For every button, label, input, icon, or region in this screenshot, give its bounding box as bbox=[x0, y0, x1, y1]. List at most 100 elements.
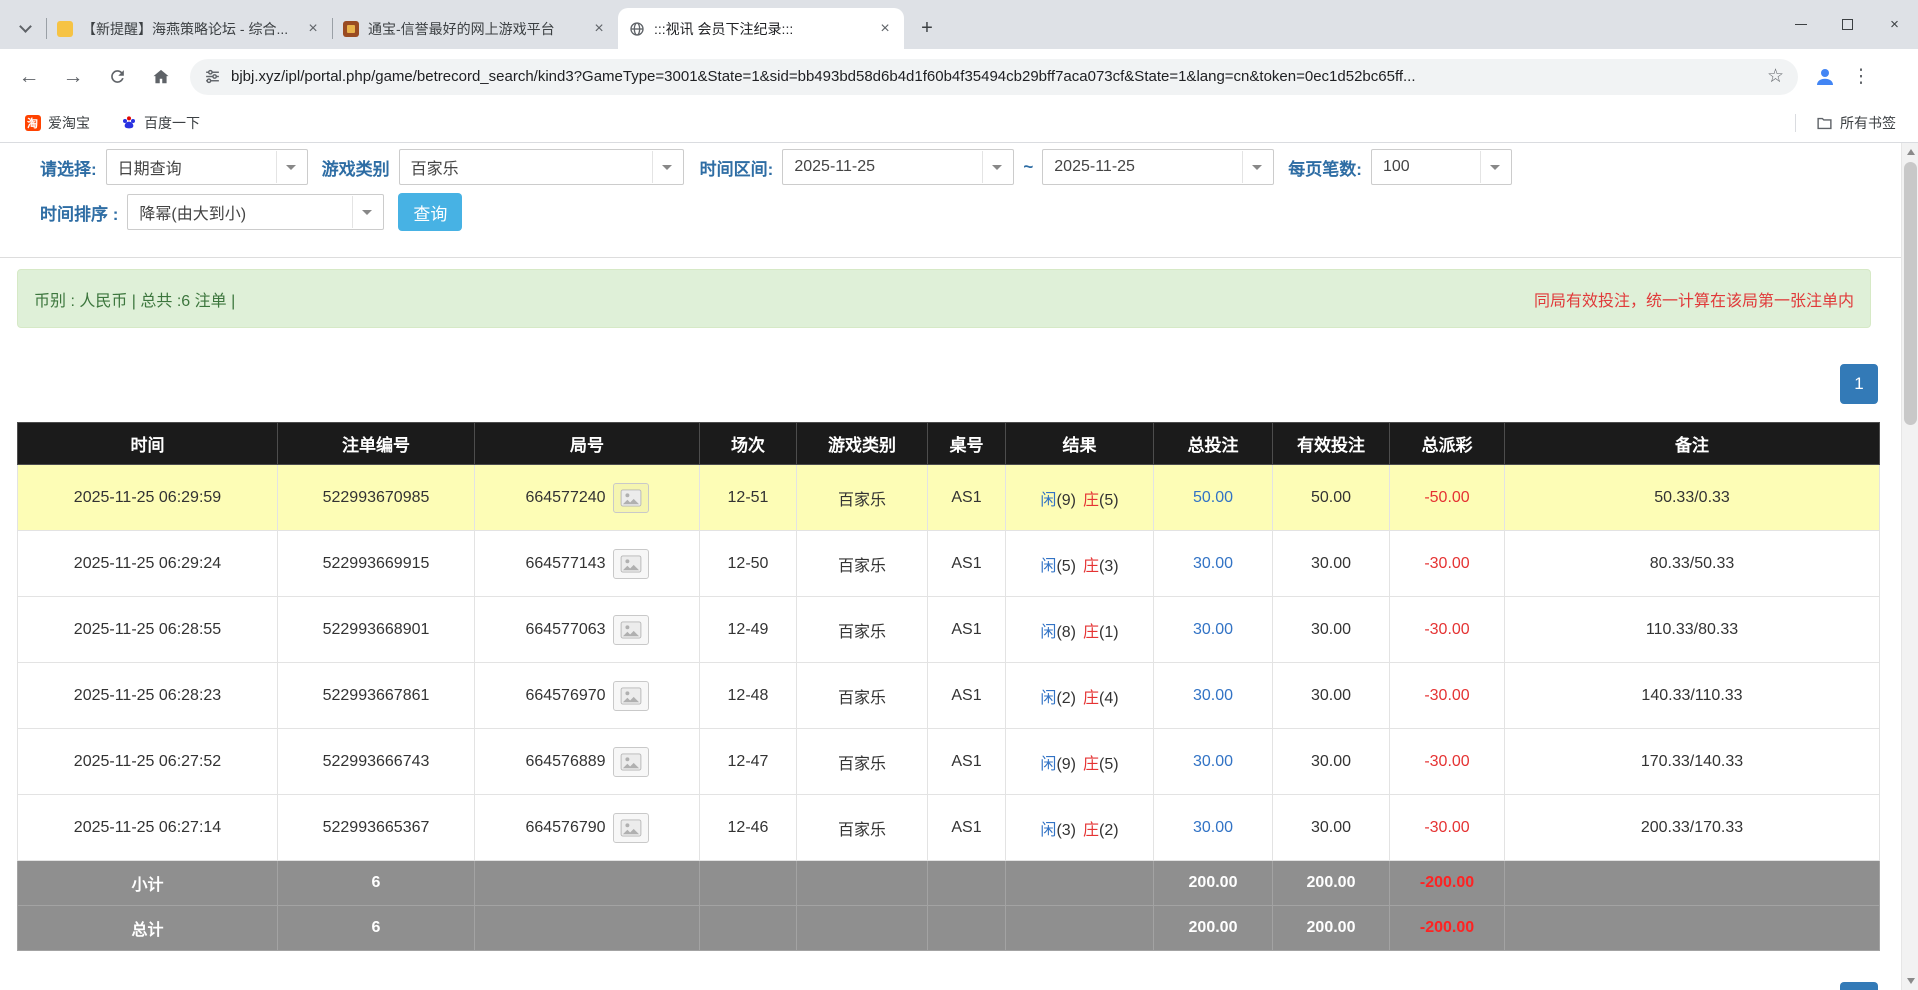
scrollbar-thumb[interactable] bbox=[1904, 162, 1917, 425]
snapshot-icon[interactable] bbox=[613, 681, 649, 711]
sort-dropdown[interactable]: 降幂(由大到小) bbox=[127, 194, 384, 230]
result-banker-score: (5) bbox=[1099, 756, 1119, 773]
bet-records-table-wrap: 时间 注单编号 局号 场次 游戏类别 桌号 结果 总投注 有效投注 总派彩 备注… bbox=[17, 422, 1880, 951]
cell-bet-id: 522993666743 bbox=[278, 729, 475, 795]
table-row: 2025-11-25 06:28:55 522993668901 6645770… bbox=[18, 597, 1880, 663]
tab-close-icon[interactable]: × bbox=[876, 20, 894, 38]
cell-session: 12-48 bbox=[700, 663, 797, 729]
total-row: 总计 6 200.00 200.00 -200.00 bbox=[18, 906, 1880, 951]
result-banker: 庄 bbox=[1083, 822, 1099, 839]
cell-total-bet: 30.00 bbox=[1154, 663, 1273, 729]
cell-valid-bet: 30.00 bbox=[1273, 795, 1390, 861]
tab-title: 通宝-信誉最好的网上游戏平台 bbox=[368, 19, 584, 39]
bookmark-star-icon[interactable]: ☆ bbox=[1767, 65, 1784, 88]
total-valid-bet: 200.00 bbox=[1273, 906, 1390, 951]
cell-valid-bet: 30.00 bbox=[1273, 663, 1390, 729]
result-banker: 庄 bbox=[1083, 558, 1099, 575]
site-settings-icon[interactable] bbox=[204, 68, 221, 85]
snapshot-icon[interactable] bbox=[613, 615, 649, 645]
currency-summary: 币别 : 人民币 | 总共 :6 注单 | bbox=[34, 287, 235, 311]
pagination-partial-bottom[interactable] bbox=[1840, 982, 1878, 990]
calculation-notice: 同局有效投注，统一计算在该局第一张注单内 bbox=[1534, 287, 1854, 311]
new-tab-button[interactable]: + bbox=[912, 13, 942, 43]
tab-search-button[interactable] bbox=[10, 11, 40, 45]
table-row: 2025-11-25 06:27:52 522993666743 6645768… bbox=[18, 729, 1880, 795]
close-button[interactable]: × bbox=[1871, 0, 1918, 49]
result-player: 闲 bbox=[1040, 822, 1056, 839]
per-page-dropdown[interactable]: 100 bbox=[1371, 149, 1512, 185]
result-banker: 庄 bbox=[1083, 756, 1099, 773]
taobao-icon: 淘 bbox=[24, 115, 41, 132]
cell-session: 12-50 bbox=[700, 531, 797, 597]
result-player: 闲 bbox=[1040, 690, 1056, 707]
snapshot-icon[interactable] bbox=[613, 483, 649, 513]
column-header-bet-id: 注单编号 bbox=[278, 423, 475, 465]
baidu-paw-icon bbox=[120, 115, 137, 132]
cell-table-no: AS1 bbox=[928, 597, 1006, 663]
cell-result: 闲(2)庄(4) bbox=[1006, 663, 1154, 729]
scroll-down-button[interactable] bbox=[1902, 973, 1918, 990]
result-player: 闲 bbox=[1040, 492, 1056, 509]
person-icon bbox=[1813, 65, 1837, 89]
date-to-input[interactable]: 2025-11-25 bbox=[1042, 149, 1274, 185]
vertical-scrollbar[interactable] bbox=[1901, 143, 1918, 990]
round-number: 664576970 bbox=[525, 687, 605, 705]
cell-round: 664576970 bbox=[475, 663, 700, 729]
tab-bet-records[interactable]: :::视讯 会员下注纪录::: × bbox=[618, 8, 904, 49]
all-bookmarks-button[interactable]: 所有书签 bbox=[1810, 109, 1902, 137]
query-type-dropdown[interactable]: 日期查询 bbox=[106, 149, 308, 185]
cell-total-bet: 50.00 bbox=[1154, 465, 1273, 531]
cell-valid-bet: 30.00 bbox=[1273, 597, 1390, 663]
home-button[interactable] bbox=[142, 58, 180, 96]
subtotal-count: 6 bbox=[278, 861, 475, 906]
cell-game-type: 百家乐 bbox=[797, 531, 928, 597]
date-from-input[interactable]: 2025-11-25 bbox=[782, 149, 1014, 185]
cell-game-type: 百家乐 bbox=[797, 663, 928, 729]
divider bbox=[1795, 114, 1796, 132]
tab-forum[interactable]: 【新提醒】海燕策略论坛 - 综合... × bbox=[46, 8, 332, 49]
minimize-button[interactable] bbox=[1777, 0, 1824, 49]
tab-close-icon[interactable]: × bbox=[304, 20, 322, 38]
snapshot-icon[interactable] bbox=[613, 549, 649, 579]
tab-tongbao[interactable]: 通宝-信誉最好的网上游戏平台 × bbox=[332, 8, 618, 49]
result-player-score: (9) bbox=[1056, 492, 1076, 509]
game-type-dropdown[interactable]: 百家乐 bbox=[399, 149, 684, 185]
result-player: 闲 bbox=[1040, 558, 1056, 575]
cell-table-no: AS1 bbox=[928, 465, 1006, 531]
cell-round: 664576889 bbox=[475, 729, 700, 795]
url-text[interactable]: bjbj.xyz/ipl/portal.php/game/betrecord_s… bbox=[231, 68, 1757, 85]
cell-time: 2025-11-25 06:27:52 bbox=[18, 729, 278, 795]
triangle-down-icon bbox=[1907, 978, 1915, 988]
bookmark-taobao[interactable]: 淘 爱淘宝 bbox=[18, 109, 96, 137]
cell-payout: -30.00 bbox=[1390, 729, 1505, 795]
minimize-icon bbox=[1795, 24, 1807, 25]
tab-title: 【新提醒】海燕策略论坛 - 综合... bbox=[82, 19, 298, 39]
maximize-button[interactable] bbox=[1824, 0, 1871, 49]
cell-round: 664577063 bbox=[475, 597, 700, 663]
browser-toolbar: ← → bjbj.xyz/ipl/portal.php/game/betreco… bbox=[0, 49, 1918, 104]
tab-close-icon[interactable]: × bbox=[590, 20, 608, 38]
bookmark-baidu[interactable]: 百度一下 bbox=[114, 109, 206, 137]
game-type-value: 百家乐 bbox=[411, 155, 459, 179]
scroll-up-button[interactable] bbox=[1902, 143, 1918, 160]
pagination-page-1[interactable]: 1 bbox=[1840, 364, 1878, 404]
snapshot-icon[interactable] bbox=[613, 747, 649, 777]
page-content: 请选择: 日期查询 游戏类别 百家乐 时间区间: 2025-11-25 ~ 20… bbox=[0, 143, 1918, 990]
cell-table-no: AS1 bbox=[928, 663, 1006, 729]
address-bar[interactable]: bjbj.xyz/ipl/portal.php/game/betrecord_s… bbox=[190, 59, 1798, 95]
column-header-table-no: 桌号 bbox=[928, 423, 1006, 465]
profile-avatar[interactable] bbox=[1808, 60, 1842, 94]
back-button[interactable]: ← bbox=[10, 58, 48, 96]
reload-button[interactable] bbox=[98, 58, 136, 96]
browser-menu-button[interactable]: ⋮ bbox=[1844, 60, 1878, 94]
home-icon bbox=[151, 67, 171, 87]
search-button[interactable]: 查询 bbox=[398, 193, 462, 231]
forward-button[interactable]: → bbox=[54, 58, 92, 96]
summary-bar: 币别 : 人民币 | 总共 :6 注单 | 同局有效投注，统一计算在该局第一张注… bbox=[17, 269, 1871, 328]
cell-payout: -50.00 bbox=[1390, 465, 1505, 531]
round-number: 664577143 bbox=[525, 555, 605, 573]
snapshot-icon[interactable] bbox=[613, 813, 649, 843]
cell-bet-id: 522993670985 bbox=[278, 465, 475, 531]
cell-payout: -30.00 bbox=[1390, 795, 1505, 861]
filter-panel: 请选择: 日期查询 游戏类别 百家乐 时间区间: 2025-11-25 ~ 20… bbox=[0, 143, 1901, 258]
